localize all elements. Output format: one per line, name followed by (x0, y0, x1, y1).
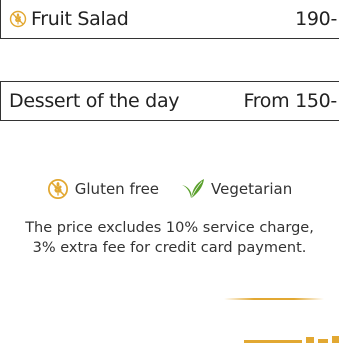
legend-item-vegetarian: Vegetarian (181, 178, 292, 200)
menu-item-dessert-of-the-day: Dessert of the day From 150- (0, 81, 339, 121)
menu-item-price: 190- (295, 8, 337, 30)
dietary-legend: Gluten free Vegetarian (0, 178, 339, 200)
menu-item-price: From 150- (243, 90, 337, 112)
gluten-free-icon (9, 10, 27, 28)
menu-item-fruit-salad: Fruit Salad 190- (0, 0, 339, 39)
menu-item-name: Dessert of the day (9, 90, 180, 112)
menu-item-left: Fruit Salad (9, 8, 129, 30)
legend-label-gluten-free: Gluten free (74, 180, 160, 198)
menu-item-name: Fruit Salad (31, 8, 129, 30)
legend-label-vegetarian: Vegetarian (211, 180, 293, 198)
decorative-gold-ornament (244, 336, 339, 343)
price-note-line-1: The price excludes 10% service charge, (25, 220, 314, 236)
gold-divider (224, 298, 324, 300)
price-note-line-2: 3% extra fee for credit card payment. (32, 240, 307, 256)
leaf-icon (181, 178, 205, 200)
menu-item-left: Dessert of the day (9, 90, 180, 112)
gluten-free-icon (47, 178, 69, 200)
price-note: The price excludes 10% service charge, 3… (0, 218, 339, 258)
legend-item-gluten-free: Gluten free (47, 178, 159, 200)
